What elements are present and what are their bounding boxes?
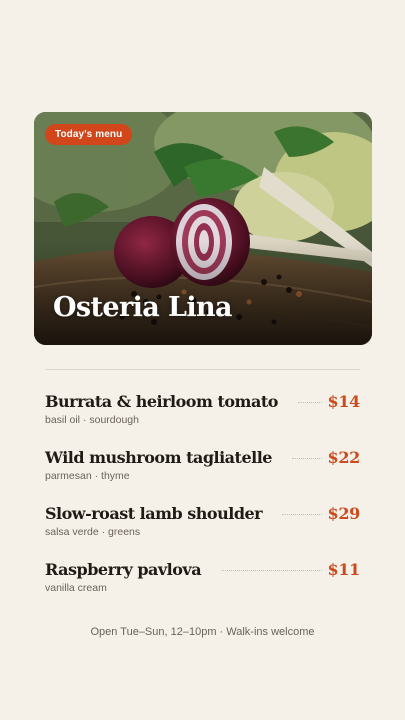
menu-item-name: Burrata & heirloom tomato bbox=[45, 391, 278, 411]
opening-hours: Open Tue–Sun, 12–10pm · Walk-ins welcome bbox=[90, 626, 315, 638]
todays-menu-badge: Today's menu bbox=[45, 124, 133, 145]
menu-item-description: parmesan · thyme bbox=[45, 470, 130, 482]
dotted-leader bbox=[221, 569, 322, 571]
menu-item-description: vanilla cream bbox=[45, 582, 107, 594]
menu-item-name: Slow-roast lamb shoulder bbox=[45, 503, 263, 523]
menu-item-price: $14 bbox=[327, 391, 361, 411]
menu-item-description: salsa verde · greens bbox=[45, 526, 141, 538]
menu-item: Wild mushroom tagliatelle $22 parmesan ·… bbox=[45, 445, 360, 501]
menu-item: Raspberry pavlova $11 vanilla cream bbox=[45, 557, 360, 613]
menu-item-description: basil oil · sourdough bbox=[45, 414, 139, 426]
menu-item-name: Raspberry pavlova bbox=[45, 559, 202, 579]
dotted-leader bbox=[291, 457, 322, 459]
menu-item-price: $22 bbox=[327, 447, 361, 467]
menu-item: Burrata & heirloom tomato $14 basil oil … bbox=[45, 389, 360, 445]
menu-item-name: Wild mushroom tagliatelle bbox=[45, 447, 272, 467]
dotted-leader bbox=[297, 401, 322, 403]
menu-list: Burrata & heirloom tomato $14 basil oil … bbox=[45, 389, 360, 613]
hero-card: Today's menu Osteria Lina bbox=[34, 112, 372, 345]
restaurant-name: Osteria Lina bbox=[53, 292, 233, 323]
menu-item: Slow-roast lamb shoulder $29 salsa verde… bbox=[45, 501, 360, 557]
dotted-leader bbox=[282, 513, 322, 515]
section-divider bbox=[45, 369, 360, 370]
menu-item-price: $11 bbox=[327, 559, 361, 579]
menu-item-price: $29 bbox=[327, 503, 361, 523]
